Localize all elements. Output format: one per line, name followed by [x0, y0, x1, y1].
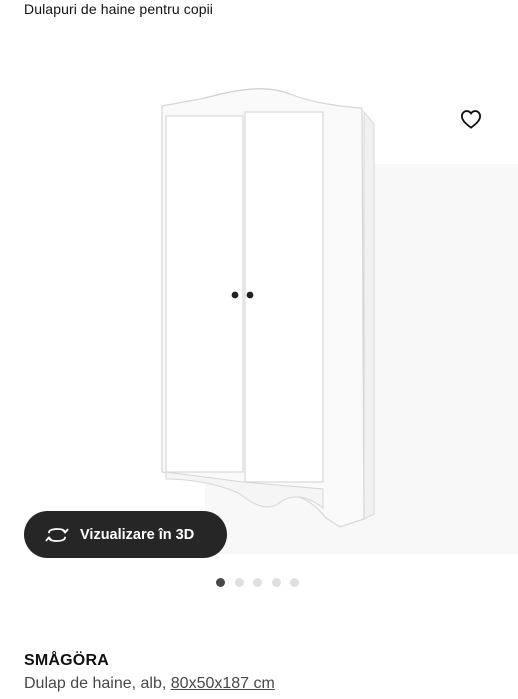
gallery-dot-1[interactable] [216, 578, 225, 587]
wardrobe-product-image [161, 88, 518, 554]
view-3d-label: Vizualizare în 3D [80, 526, 195, 543]
gallery-dot-3[interactable] [253, 578, 262, 587]
rotate-3d-icon [44, 525, 70, 545]
gallery-dot-5[interactable] [290, 578, 299, 587]
product-name: SMÅGÖRA [24, 652, 109, 669]
gallery-dot-4[interactable] [271, 578, 281, 587]
gallery-pagination [216, 578, 299, 588]
heart-outline-icon [460, 110, 482, 129]
product-size-link[interactable]: 80x50x187 cm [171, 675, 275, 692]
gallery-dot-2[interactable] [234, 578, 244, 587]
view-3d-button[interactable]: Vizualizare în 3D [24, 511, 227, 558]
product-image-gallery[interactable]: Vizualizare în 3D [0, 24, 518, 569]
breadcrumb[interactable]: Dulapuri de haine pentru copii [24, 1, 213, 17]
product-description: Dulap de haine, alb, 80x50x187 cm [24, 675, 275, 693]
product-description-text: Dulap de haine, alb, [24, 675, 167, 692]
favourite-button[interactable] [454, 104, 488, 134]
